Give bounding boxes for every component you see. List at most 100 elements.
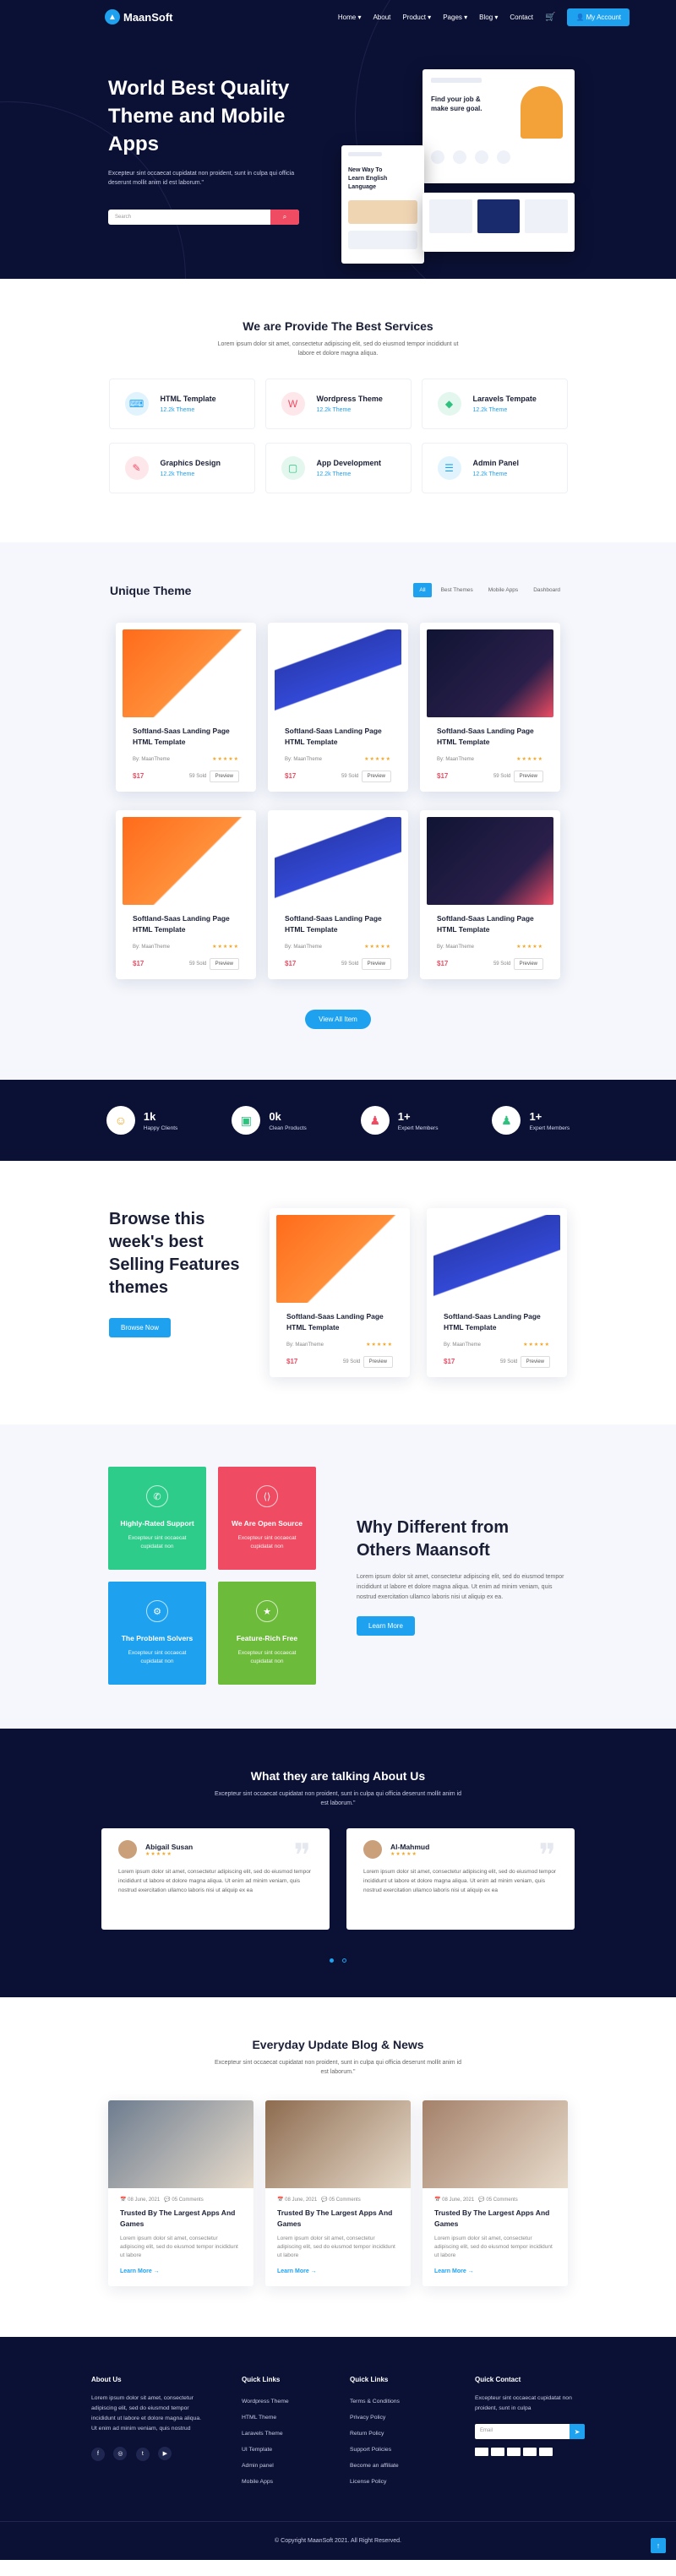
- learn-more-button[interactable]: Learn More: [357, 1615, 415, 1636]
- footer-link[interactable]: License Policy: [350, 2474, 434, 2490]
- blog-title[interactable]: Trusted By The Largest Apps And Games: [422, 2203, 568, 2230]
- learn-more-link[interactable]: Learn More →: [265, 2260, 411, 2286]
- tab-best-themes[interactable]: Best Themes: [435, 583, 479, 597]
- preview-button[interactable]: Preview: [209, 770, 239, 782]
- preview-button[interactable]: Preview: [361, 957, 391, 970]
- service-name: Graphics Design: [160, 459, 221, 467]
- tab-all[interactable]: All: [413, 583, 432, 597]
- feature-card[interactable]: ⟨⟩ We Are Open Source Excepteur sint occ…: [218, 1467, 316, 1570]
- hero-search[interactable]: Search ⌕: [108, 210, 299, 225]
- product-title[interactable]: Softland-Saas Landing Page HTML Template: [268, 905, 408, 935]
- product-thumbnail[interactable]: [123, 629, 249, 717]
- blog-card[interactable]: 📅 08 June, 2021 💬 05 Comments Trusted By…: [108, 2100, 254, 2286]
- blog-image[interactable]: [422, 2100, 568, 2188]
- product-thumbnail[interactable]: [427, 817, 553, 905]
- service-card[interactable]: ⌨ HTML Template 12.2k Theme: [108, 379, 255, 429]
- cart-icon[interactable]: 🛒: [545, 13, 555, 22]
- slider-dot[interactable]: [342, 1958, 347, 1963]
- send-button[interactable]: ➤: [570, 2424, 585, 2439]
- footer-link[interactable]: Support Policies: [350, 2442, 434, 2458]
- youtube-icon[interactable]: ▶: [158, 2447, 172, 2460]
- service-card[interactable]: ☰ Admin Panel 12.2k Theme: [421, 443, 568, 493]
- tab-mobile-apps[interactable]: Mobile Apps: [482, 583, 524, 597]
- nav-pages[interactable]: Pages ▾: [443, 14, 467, 21]
- product-card[interactable]: Softland-Saas Landing Page HTML Template…: [420, 810, 560, 979]
- stats-section: ☺ 1k Happy Clients ▣ 0k Clean Products ♟ 1…: [0, 1080, 676, 1161]
- browse-now-button[interactable]: Browse Now: [109, 1318, 171, 1337]
- preview-button[interactable]: Preview: [361, 770, 391, 782]
- product-thumbnail[interactable]: [427, 629, 553, 717]
- product-card[interactable]: Softland-Saas Landing Page HTML Template…: [268, 810, 408, 979]
- tab-dashboard[interactable]: Dashboard: [527, 583, 566, 597]
- twitter-icon[interactable]: t: [135, 2447, 150, 2461]
- feature-card[interactable]: ✆ Highly-Rated Support Excepteur sint oc…: [108, 1467, 206, 1570]
- footer-link[interactable]: UI Template: [242, 2442, 309, 2458]
- footer-link[interactable]: Terms & Conditions: [350, 2394, 434, 2410]
- footer-link[interactable]: Wordpress Theme: [242, 2394, 309, 2410]
- nav-product[interactable]: Product ▾: [402, 14, 431, 21]
- feature-card[interactable]: ★ Feature-Rich Free Excepteur sint occae…: [218, 1582, 316, 1685]
- facebook-icon[interactable]: f: [91, 2447, 105, 2461]
- learn-more-link[interactable]: Learn More →: [108, 2260, 254, 2286]
- footer-link[interactable]: Mobile Apps: [242, 2474, 309, 2490]
- product-title[interactable]: Softland-Saas Landing Page HTML Template: [268, 717, 408, 748]
- product-card[interactable]: Softland-Saas Landing Page HTML Template…: [116, 810, 256, 979]
- feature-card[interactable]: ⚙ The Problem Solvers Excepteur sint occ…: [108, 1582, 206, 1685]
- footer-link[interactable]: Laravels Theme: [242, 2426, 309, 2442]
- product-thumbnail[interactable]: [433, 1215, 560, 1303]
- nav-home[interactable]: Home ▾: [338, 14, 362, 21]
- preview-button[interactable]: Preview: [513, 770, 543, 782]
- blog-image[interactable]: [265, 2100, 411, 2188]
- blog-title[interactable]: Trusted By The Largest Apps And Games: [265, 2203, 411, 2230]
- product-card[interactable]: Softland-Saas Landing Page HTML Template…: [427, 1208, 567, 1377]
- blog-title[interactable]: Trusted By The Largest Apps And Games: [108, 2203, 254, 2230]
- product-card[interactable]: Softland-Saas Landing Page HTML Template…: [116, 623, 256, 792]
- blog-image[interactable]: [108, 2100, 254, 2188]
- scroll-top-button[interactable]: ↑: [651, 2538, 666, 2553]
- footer-link[interactable]: Privacy Policy: [350, 2410, 434, 2426]
- view-all-button[interactable]: View All Item: [305, 1010, 371, 1029]
- product-thumbnail[interactable]: [123, 817, 249, 905]
- hero: World Best Quality Theme and Mobile Apps…: [0, 34, 676, 279]
- footer-link[interactable]: HTML Theme: [242, 2410, 309, 2426]
- preview-button[interactable]: Preview: [520, 1355, 550, 1368]
- unique-grid: Softland-Saas Landing Page HTML Template…: [0, 623, 676, 979]
- logo[interactable]: ▲ MaanSoft: [105, 9, 173, 25]
- product-title[interactable]: Softland-Saas Landing Page HTML Template: [116, 905, 256, 935]
- product-thumbnail[interactable]: [276, 1215, 403, 1303]
- nav-blog[interactable]: Blog ▾: [479, 14, 498, 21]
- footer-link[interactable]: Return Policy: [350, 2426, 434, 2442]
- learn-more-link[interactable]: Learn More →: [422, 2260, 568, 2286]
- product-title[interactable]: Softland-Saas Landing Page HTML Template: [270, 1303, 410, 1333]
- service-card[interactable]: ◆ Laravels Tempate 12.2k Theme: [421, 379, 568, 429]
- search-button[interactable]: ⌕: [270, 210, 299, 225]
- preview-button[interactable]: Preview: [513, 957, 543, 970]
- product-thumbnail[interactable]: [275, 629, 401, 717]
- product-title[interactable]: Softland-Saas Landing Page HTML Template: [427, 1303, 567, 1333]
- nav-about[interactable]: About: [373, 14, 390, 21]
- blog-subtitle: Excepteur sint occaecat cupidatat non pr…: [214, 2060, 462, 2075]
- product-title[interactable]: Softland-Saas Landing Page HTML Template: [420, 717, 560, 748]
- rating-stars: ★★★★★: [366, 1342, 393, 1348]
- product-title[interactable]: Softland-Saas Landing Page HTML Template: [420, 905, 560, 935]
- product-card[interactable]: Softland-Saas Landing Page HTML Template…: [268, 623, 408, 792]
- preview-button[interactable]: Preview: [209, 957, 239, 970]
- nav-contact[interactable]: Contact: [510, 14, 533, 21]
- service-card[interactable]: ✎ Graphics Design 12.2k Theme: [108, 443, 255, 493]
- instagram-icon[interactable]: ◎: [113, 2447, 128, 2460]
- product-card[interactable]: Softland-Saas Landing Page HTML Template…: [270, 1208, 410, 1377]
- blog-card[interactable]: 📅 08 June, 2021 💬 05 Comments Trusted By…: [422, 2100, 568, 2286]
- search-input[interactable]: Search: [115, 215, 131, 220]
- slider-dot-active[interactable]: [329, 1958, 334, 1963]
- blog-card[interactable]: 📅 08 June, 2021 💬 05 Comments Trusted By…: [265, 2100, 411, 2286]
- product-title[interactable]: Softland-Saas Landing Page HTML Template: [116, 717, 256, 748]
- product-card[interactable]: Softland-Saas Landing Page HTML Template…: [420, 623, 560, 792]
- product-thumbnail[interactable]: [275, 817, 401, 905]
- my-account-button[interactable]: 👤 My Account: [567, 8, 630, 26]
- email-input[interactable]: Email: [475, 2424, 570, 2439]
- footer-link[interactable]: Become an affiliate: [350, 2458, 434, 2474]
- preview-button[interactable]: Preview: [363, 1355, 393, 1368]
- service-card[interactable]: W Wordpress Theme 12.2k Theme: [264, 379, 412, 429]
- service-card[interactable]: ▢ App Development 12.2k Theme: [264, 443, 412, 493]
- footer-link[interactable]: Admin panel: [242, 2458, 309, 2474]
